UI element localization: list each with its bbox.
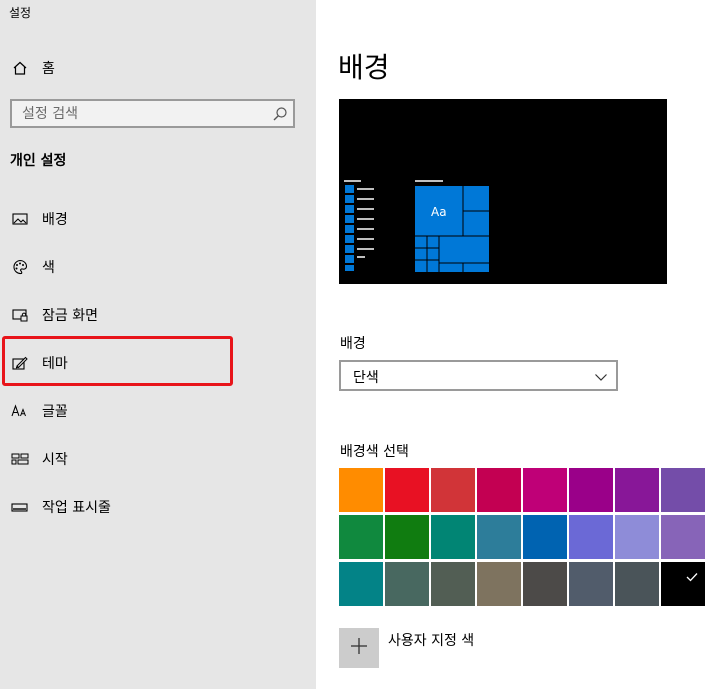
color-swatch[interactable] [431, 515, 475, 559]
sidebar-item-color[interactable]: 색 [10, 255, 55, 279]
color-swatch[interactable] [477, 562, 521, 606]
color-section-label: 배경색 선택 [340, 444, 409, 460]
start-grid-icon [10, 449, 30, 469]
color-swatch[interactable] [339, 468, 383, 512]
desktop-preview: Aa [339, 99, 667, 284]
lock-screen-icon [10, 305, 30, 325]
search-icon[interactable] [271, 105, 289, 123]
background-label: 배경 [340, 336, 366, 352]
home-icon [10, 58, 30, 78]
background-type-value: 단색 [353, 370, 379, 386]
search-box[interactable] [10, 99, 295, 128]
color-swatch[interactable] [569, 468, 613, 512]
sidebar-item-taskbar[interactable]: 작업 표시줄 [10, 495, 111, 519]
color-swatch[interactable] [523, 562, 567, 606]
add-custom-color-button[interactable] [339, 628, 379, 668]
color-swatch[interactable] [385, 515, 429, 559]
sidebar-item-start[interactable]: 시작 [10, 447, 68, 471]
color-swatch[interactable] [385, 468, 429, 512]
main-content: 배경 Aa 배경 단색 배경색 선택 사용자 지정 색 [316, 0, 715, 689]
preview-sample-text: Aa [431, 205, 447, 219]
section-title: 개인 설정 [10, 153, 67, 169]
color-swatch[interactable] [339, 515, 383, 559]
color-swatch[interactable] [615, 515, 659, 559]
color-swatch[interactable] [523, 515, 567, 559]
font-icon [10, 401, 30, 421]
plus-icon [350, 637, 368, 659]
color-swatch[interactable] [523, 468, 567, 512]
color-swatch[interactable] [477, 515, 521, 559]
palette-icon [10, 257, 30, 277]
sidebar-item-lock-screen[interactable]: 잠금 화면 [10, 303, 98, 327]
sidebar-item-label: 시작 [42, 452, 68, 468]
sidebar-item-label: 색 [42, 260, 55, 276]
color-swatch[interactable] [385, 562, 429, 606]
sidebar-item-label: 잠금 화면 [42, 308, 98, 324]
sidebar-item-fonts[interactable]: 글꼴 [10, 399, 68, 423]
home-label: 홈 [42, 61, 55, 77]
sidebar-item-background[interactable]: 배경 [10, 207, 68, 231]
color-swatch[interactable] [339, 562, 383, 606]
sidebar-item-label: 글꼴 [42, 404, 68, 420]
color-swatch[interactable] [661, 468, 705, 512]
background-type-dropdown[interactable]: 단색 [339, 360, 618, 391]
home-link[interactable]: 홈 [10, 56, 55, 80]
app-title: 설정 [9, 6, 32, 20]
picture-icon [10, 209, 30, 229]
checkmark-icon [686, 567, 698, 586]
color-swatch[interactable] [431, 562, 475, 606]
sidebar-item-label: 작업 표시줄 [42, 500, 111, 516]
custom-color-label: 사용자 지정 색 [388, 633, 475, 649]
search-input[interactable] [12, 101, 282, 126]
color-swatch[interactable] [431, 468, 475, 512]
color-swatch[interactable] [477, 468, 521, 512]
color-swatch[interactable] [569, 562, 613, 606]
page-title: 배경 [338, 51, 390, 84]
color-swatch-grid [339, 468, 707, 607]
color-swatch[interactable] [615, 468, 659, 512]
chevron-down-icon [594, 369, 608, 383]
sidebar: 설정 홈 개인 설정 배경 색 잠금 화면 테마 [0, 0, 316, 689]
highlight-annotation [2, 336, 233, 386]
sidebar-item-label: 배경 [42, 212, 68, 228]
color-swatch[interactable] [661, 515, 705, 559]
taskbar-icon [10, 497, 30, 517]
color-swatch[interactable] [661, 562, 705, 606]
color-swatch[interactable] [569, 515, 613, 559]
color-swatch[interactable] [615, 562, 659, 606]
